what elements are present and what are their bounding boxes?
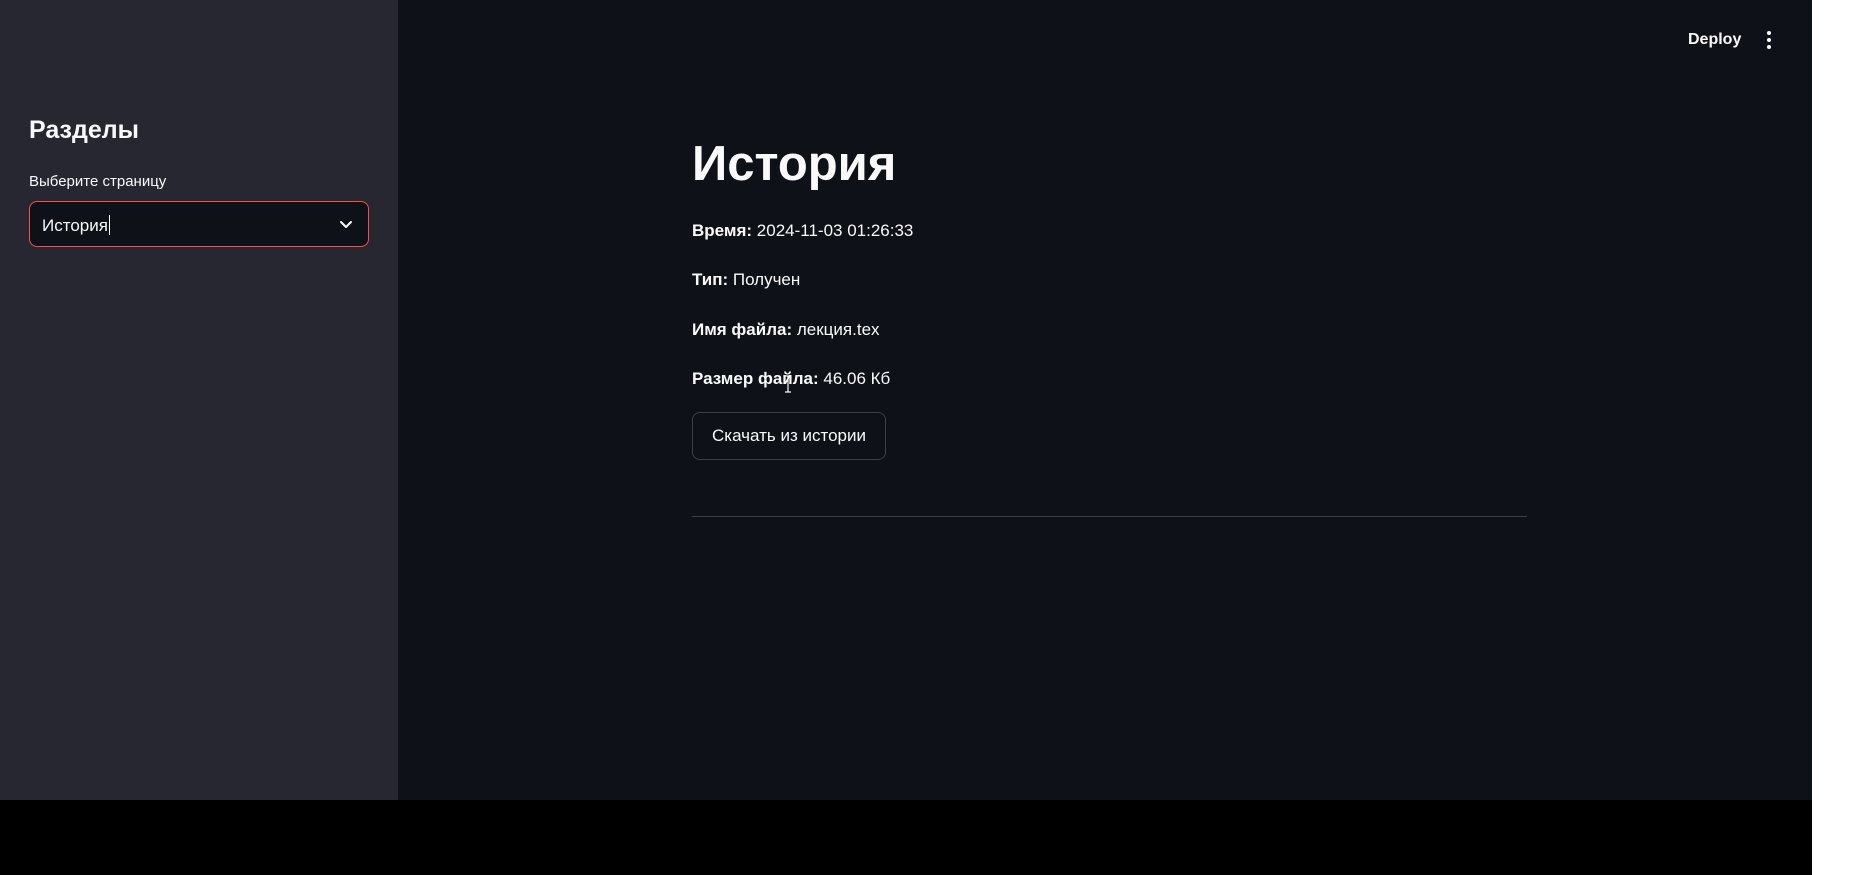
divider — [692, 516, 1527, 517]
sidebar-title: Разделы — [29, 116, 139, 144]
info-row-filename: Имя файла: лекция.tex — [692, 320, 880, 340]
chevron-down-icon[interactable] — [338, 216, 354, 232]
page-select[interactable]: История — [29, 201, 369, 247]
window-edge — [1812, 0, 1866, 875]
header-toolbar: Deploy — [1688, 28, 1777, 52]
info-label: Тип: — [692, 270, 729, 289]
more-vertical-icon[interactable] — [1761, 28, 1777, 52]
input-caret — [108, 215, 110, 235]
info-value: 2024-11-03 01:26:33 — [756, 221, 914, 240]
info-row-time: Время: 2024-11-03 01:26:33 — [692, 221, 913, 241]
info-value: лекция.tex — [796, 320, 880, 339]
sidebar: Разделы Выберите страницу История — [0, 0, 398, 800]
info-value: Получен — [732, 270, 801, 289]
info-label: Время: — [692, 221, 753, 240]
app-window: Разделы Выберите страницу История Deploy… — [0, 0, 1812, 800]
info-row-type: Тип: Получен — [692, 270, 800, 290]
info-label: Имя файла: — [692, 320, 793, 339]
page-select-label: Выберите страницу — [29, 173, 167, 190]
info-label: Размер файла: — [692, 369, 819, 388]
deploy-button[interactable]: Deploy — [1688, 31, 1741, 49]
page-select-value: История — [42, 215, 110, 235]
text-cursor-icon — [785, 375, 791, 393]
download-from-history-button[interactable]: Скачать из истории — [692, 412, 886, 460]
page-title: История — [692, 137, 897, 191]
info-value: 46.06 Кб — [823, 369, 891, 388]
